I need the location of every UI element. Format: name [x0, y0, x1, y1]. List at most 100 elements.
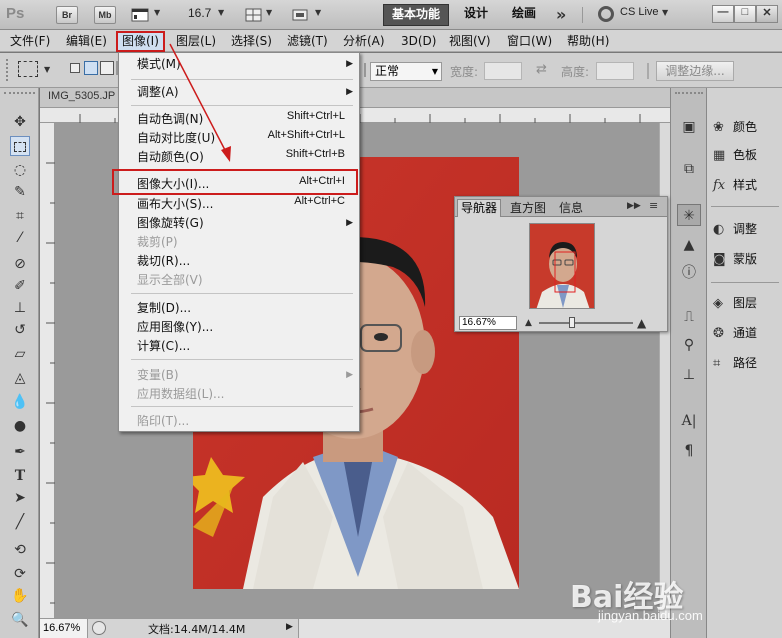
zoom-in-mountain-icon[interactable]: ▲ — [637, 316, 646, 330]
workspace-essentials-button[interactable]: 基本功能 — [383, 4, 449, 26]
navigator-thumbnail[interactable] — [529, 223, 595, 309]
close-button[interactable]: ✕ — [756, 5, 778, 23]
menu-item-canvas-size[interactable]: 画布大小(S)... — [137, 195, 213, 213]
menu-analysis[interactable]: 分析(A) — [339, 33, 389, 50]
panel-menu-icon[interactable]: ≡ — [649, 199, 658, 212]
chevron-down-icon[interactable]: ▼ — [154, 8, 160, 17]
clone-source-icon[interactable]: ⚲ — [677, 334, 701, 356]
status-menu-arrow-icon[interactable]: ▶ — [286, 622, 293, 632]
character-icon[interactable]: A| — [677, 410, 701, 432]
quick-selection-tool-icon[interactable]: ✎ — [10, 182, 30, 202]
line-tool-icon[interactable]: ╱ — [10, 512, 30, 532]
history-brush-tool-icon[interactable]: ↺ — [10, 320, 30, 340]
menu-item-image-rotation[interactable]: 图像旋转(G) — [137, 214, 204, 232]
width-input[interactable] — [484, 62, 522, 80]
menu-3d[interactable]: 3D(D) — [397, 33, 440, 50]
blur-tool-icon[interactable]: 💧 — [10, 392, 30, 412]
tab-info[interactable]: 信息 — [555, 200, 587, 216]
view-extras-icon[interactable] — [130, 6, 152, 24]
panel-styles[interactable]: fx 样式 — [713, 174, 757, 196]
subtract-selection-icon[interactable] — [100, 61, 114, 75]
menu-image[interactable]: 图像(I) — [116, 31, 165, 52]
eyedropper-tool-icon[interactable]: ⁄ — [10, 228, 30, 248]
eraser-tool-icon[interactable]: ▱ — [10, 344, 30, 364]
more-workspaces-icon[interactable]: » — [556, 5, 566, 24]
swap-dimensions-icon[interactable]: ⇄ — [536, 62, 547, 77]
collapse-panel-icon[interactable]: ▶▶ — [627, 201, 641, 211]
panel-paths[interactable]: ⌗ 路径 — [713, 352, 757, 374]
document-tab-title[interactable]: IMG_5305.JP — [48, 90, 115, 102]
menu-item-calculations[interactable]: 计算(C)... — [137, 337, 190, 355]
info-icon[interactable]: ⓘ — [677, 262, 701, 284]
dodge-tool-icon[interactable]: ● — [10, 416, 30, 436]
height-input[interactable] — [596, 62, 634, 80]
move-tool-icon[interactable]: ✥ — [10, 112, 30, 132]
chevron-down-icon[interactable]: ▼ — [662, 8, 668, 17]
histogram-icon[interactable]: ▲ — [677, 234, 701, 256]
mini-bridge-button[interactable]: Mb — [94, 6, 116, 24]
menu-window[interactable]: 窗口(W) — [503, 33, 556, 50]
status-info-icon[interactable] — [92, 621, 106, 635]
navigator-icon[interactable]: ✳ — [677, 204, 701, 226]
zoom-out-mountain-icon[interactable]: ▲ — [525, 318, 532, 328]
menu-help[interactable]: 帮助(H) — [563, 33, 613, 50]
panel-adjustments[interactable]: ◐ 调整 — [713, 218, 757, 240]
navigator-zoom-field[interactable]: 16.67% — [459, 316, 517, 330]
type-tool-icon[interactable]: T — [10, 466, 30, 486]
tab-histogram[interactable]: 直方图 — [505, 200, 551, 216]
menu-item-trim[interactable]: 裁切(R)... — [137, 252, 190, 270]
3d-rotate-tool-icon[interactable]: ⟲ — [10, 540, 30, 560]
pen-tool-icon[interactable]: ✒ — [10, 442, 30, 462]
restore-button[interactable]: □ — [734, 5, 756, 23]
menu-filter[interactable]: 滤镜(T) — [283, 33, 332, 50]
hand-tool-icon[interactable]: ✋ — [10, 586, 30, 606]
path-selection-tool-icon[interactable]: ➤ — [10, 488, 30, 508]
navigator-zoom-slider-thumb[interactable] — [569, 317, 575, 328]
chevron-down-icon[interactable]: ▼ — [44, 65, 50, 74]
clone-stamp-tool-icon[interactable]: ⊥ — [10, 298, 30, 318]
crop-tool-icon[interactable]: ⌗ — [10, 206, 30, 226]
panel-swatches[interactable]: ▦ 色板 — [713, 144, 757, 166]
workspace-design-button[interactable]: 设计 — [456, 4, 500, 26]
cs-live-label[interactable]: CS Live — [620, 6, 659, 24]
chevron-down-icon[interactable]: ▼ — [266, 8, 272, 17]
rectangular-marquee-tool-icon[interactable] — [10, 136, 30, 156]
new-selection-icon[interactable] — [70, 63, 80, 73]
brush-tool-icon[interactable]: ✐ — [10, 276, 30, 296]
tab-navigator[interactable]: 导航器 — [457, 199, 501, 217]
add-to-selection-icon[interactable] — [84, 61, 98, 75]
arrange-documents-icon[interactable] — [244, 6, 264, 24]
menu-file[interactable]: 文件(F) — [6, 33, 54, 50]
screen-mode-icon[interactable] — [290, 6, 310, 24]
menu-edit[interactable]: 编辑(E) — [62, 33, 111, 50]
paragraph-icon[interactable]: ¶ — [677, 440, 701, 462]
panel-channels[interactable]: ❂ 通道 — [713, 322, 757, 344]
brush-presets-icon[interactable]: ⎍ — [677, 306, 701, 328]
marquee-tool-preset-icon[interactable] — [18, 61, 38, 77]
panel-color[interactable]: ❀ 颜色 — [713, 116, 757, 138]
bridge-button[interactable]: Br — [56, 6, 78, 24]
3d-orbit-tool-icon[interactable]: ⟳ — [10, 564, 30, 584]
paint-bucket-tool-icon[interactable]: ◬ — [10, 368, 30, 388]
tool-presets-icon[interactable]: ⊥ — [677, 364, 701, 386]
healing-brush-tool-icon[interactable]: ⊘ — [10, 254, 30, 274]
mini-bridge-icon[interactable]: ▣ — [677, 116, 701, 138]
refine-edge-button[interactable]: 调整边缘... — [656, 61, 734, 81]
zoom-status-field[interactable]: 16.67% — [40, 619, 88, 638]
zoom-tool-icon[interactable]: 🔍 — [10, 610, 30, 630]
minimize-button[interactable]: — — [712, 5, 734, 23]
zoom-dropdown-icon[interactable]: ▼ — [218, 8, 224, 17]
zoom-level[interactable]: 16.7 — [188, 6, 211, 24]
menu-item-duplicate[interactable]: 复制(D)... — [137, 299, 191, 317]
cs-live-icon[interactable] — [598, 6, 614, 22]
navigator-zoom-slider-track[interactable] — [539, 322, 633, 324]
panel-masks[interactable]: ◙ 蒙版 — [713, 248, 757, 270]
workspace-painting-button[interactable]: 绘画 — [504, 4, 550, 26]
menu-item-apply-image[interactable]: 应用图像(Y)... — [137, 318, 213, 336]
menu-view[interactable]: 视图(V) — [445, 33, 495, 50]
style-select[interactable]: 正常 ▼ — [370, 62, 442, 81]
panel-layers[interactable]: ◈ 图层 — [713, 292, 757, 314]
chevron-down-icon[interactable]: ▼ — [315, 8, 321, 17]
lasso-tool-icon[interactable]: ◌ — [10, 160, 30, 180]
history-icon[interactable]: ⧉ — [677, 158, 701, 180]
